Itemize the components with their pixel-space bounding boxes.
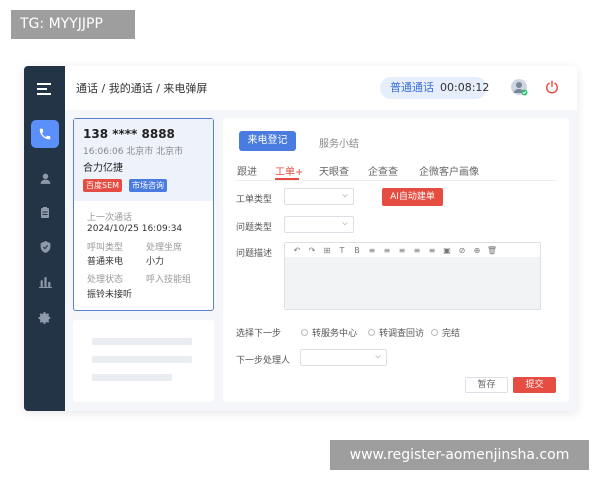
status-value: 振铃未接听 bbox=[87, 290, 133, 300]
placeholder-line bbox=[92, 338, 192, 345]
placeholder-card bbox=[73, 320, 214, 402]
tag-market-inquiry: 市场咨询 bbox=[129, 179, 167, 192]
breadcrumb: 通话 / 我的通话 / 来电弹屏 bbox=[76, 82, 208, 95]
shield-icon[interactable] bbox=[31, 233, 59, 261]
emoji-icon[interactable]: ⊕ bbox=[471, 246, 483, 255]
last-call-value: 2024/10/25 16:09:34 bbox=[87, 224, 183, 234]
caller-time-location: 16:06:06 北京市 北京市 bbox=[83, 147, 184, 157]
status-label: 处理状态 bbox=[87, 275, 124, 285]
submit-button[interactable]: 提交 bbox=[513, 377, 556, 393]
handler-value: 小力 bbox=[146, 257, 165, 267]
list-icon[interactable]: ≡ bbox=[411, 246, 423, 255]
tag-baidu-sem: 百度SEM bbox=[83, 179, 123, 192]
tab-call-registration[interactable]: 来电登记 bbox=[239, 131, 296, 151]
radio-label: 转调查回访 bbox=[379, 329, 425, 339]
rich-text-editor: ↶ ↷ ⊞ T B ≡ ≡ ≡ ≡ ≡ ▣ ⊘ ⊕ 🗑 bbox=[284, 242, 541, 310]
editor-toolbar: ↶ ↷ ⊞ T B ≡ ≡ ≡ ≡ ≡ ▣ ⊘ ⊕ 🗑 bbox=[285, 243, 540, 257]
bar-chart-icon[interactable] bbox=[31, 268, 59, 296]
watermark-url: www.register-aomenjinsha.com bbox=[330, 440, 589, 470]
menu-icon[interactable] bbox=[31, 75, 59, 103]
call-type-label: 普通通话 bbox=[390, 81, 434, 94]
indent-icon[interactable]: ≡ bbox=[426, 246, 438, 255]
editor-body[interactable] bbox=[285, 257, 540, 309]
divider bbox=[235, 180, 557, 181]
caller-company: 合力亿捷 bbox=[83, 163, 123, 174]
chevron-down-icon bbox=[342, 194, 348, 198]
radio-circle[interactable] bbox=[431, 329, 438, 336]
user-icon[interactable] bbox=[31, 164, 59, 192]
placeholder-line bbox=[92, 356, 192, 363]
handler-label: 处理坐席 bbox=[146, 243, 183, 253]
clipboard-icon[interactable] bbox=[31, 198, 59, 226]
phone-icon[interactable] bbox=[31, 120, 59, 148]
next-step-label: 选择下一步 bbox=[236, 329, 282, 339]
app-window: 通话 / 我的通话 / 来电弹屏 普通通话 00:08:12 138 **** 8… bbox=[24, 66, 577, 411]
align-left-icon[interactable]: ≡ bbox=[366, 246, 378, 255]
sidebar bbox=[24, 66, 65, 411]
avatar[interactable] bbox=[510, 78, 528, 96]
call-type-value: 普通来电 bbox=[87, 257, 124, 267]
radio-label: 转服务中心 bbox=[312, 329, 358, 339]
save-draft-button[interactable]: 暂存 bbox=[465, 377, 508, 393]
ticket-type-select[interactable] bbox=[284, 188, 354, 205]
subtab-qichacha[interactable]: 企查查 bbox=[368, 163, 398, 178]
format-icon[interactable]: ⊞ bbox=[321, 246, 333, 255]
radio-complete[interactable]: 完结 bbox=[431, 326, 460, 339]
caller-card[interactable]: 138 **** 8888 16:06:06 北京市 北京市 合力亿捷 百度SE… bbox=[73, 118, 214, 311]
caller-phone: 138 **** 8888 bbox=[83, 127, 175, 141]
tab-service-summary[interactable]: 服务小结 bbox=[319, 135, 359, 150]
chevron-down-icon bbox=[342, 222, 348, 226]
image-icon[interactable]: ▣ bbox=[441, 246, 453, 255]
radio-service-center[interactable]: 转服务中心 bbox=[301, 326, 357, 339]
power-icon[interactable] bbox=[545, 79, 561, 95]
subtab-wecom-profile[interactable]: 企微客户画像 bbox=[419, 163, 479, 178]
next-handler-label: 下一步处理人 bbox=[236, 356, 291, 366]
radio-label: 完结 bbox=[442, 329, 461, 339]
gear-icon[interactable] bbox=[31, 304, 59, 332]
issue-desc-label: 问题描述 bbox=[236, 249, 273, 259]
subtab-follow-up[interactable]: 跟进 bbox=[237, 163, 257, 178]
issue-type-select[interactable] bbox=[284, 216, 354, 233]
issue-type-label: 问题类型 bbox=[236, 223, 273, 233]
call-timer: 00:08:12 bbox=[440, 81, 490, 94]
call-status-pill: 普通通话 00:08:12 bbox=[380, 77, 490, 99]
chevron-down-icon bbox=[375, 355, 381, 359]
ai-auto-ticket-button[interactable]: AI自动建单 bbox=[382, 188, 443, 206]
last-call-label: 上一次通话 bbox=[87, 213, 133, 223]
radio-circle[interactable] bbox=[368, 329, 375, 336]
trash-icon[interactable]: 🗑 bbox=[486, 246, 498, 255]
redo-icon[interactable]: ↷ bbox=[306, 246, 318, 255]
subtab-tianyancha[interactable]: 天眼查 bbox=[319, 163, 349, 178]
top-bar: 通话 / 我的通话 / 来电弹屏 普通通话 00:08:12 bbox=[65, 66, 577, 110]
ticket-type-label: 工单类型 bbox=[236, 195, 273, 205]
watermark-top-left: TG: MYYJJPP bbox=[11, 10, 135, 39]
link-icon[interactable]: ⊘ bbox=[456, 246, 468, 255]
skill-group-label: 呼入技能组 bbox=[146, 275, 192, 285]
bold-icon[interactable]: B bbox=[351, 246, 363, 255]
radio-circle[interactable] bbox=[301, 329, 308, 336]
placeholder-line bbox=[92, 374, 172, 381]
radio-survey-followup[interactable]: 转调查回访 bbox=[368, 326, 424, 339]
main-panel: 来电登记 服务小结 跟进 工单+ 天眼查 企查查 企微客户画像 工单类型 AI自… bbox=[223, 118, 569, 402]
call-type-label: 呼叫类型 bbox=[87, 243, 124, 253]
align-right-icon[interactable]: ≡ bbox=[396, 246, 408, 255]
align-center-icon[interactable]: ≡ bbox=[381, 246, 393, 255]
next-handler-select[interactable] bbox=[300, 349, 387, 366]
caller-summary: 138 **** 8888 16:06:06 北京市 北京市 合力亿捷 百度SE… bbox=[74, 119, 213, 201]
undo-icon[interactable]: ↶ bbox=[291, 246, 303, 255]
subtab-ticket[interactable]: 工单+ bbox=[275, 163, 303, 178]
text-size-icon[interactable]: T bbox=[336, 246, 348, 255]
